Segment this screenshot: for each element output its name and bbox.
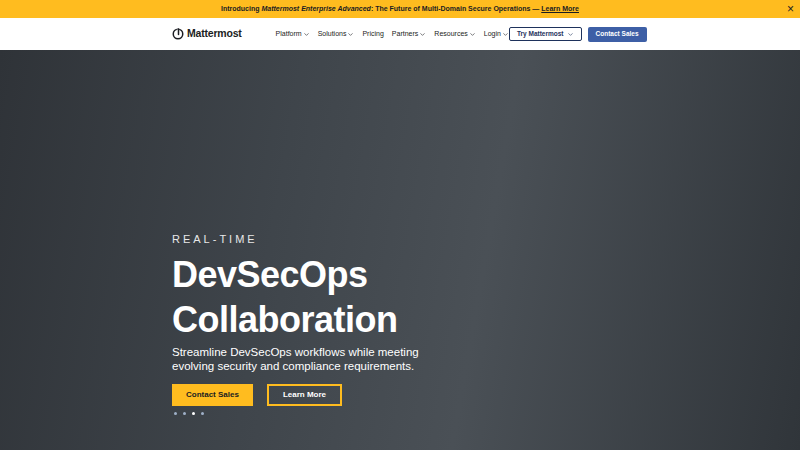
hero-contact-sales-button[interactable]: Contact Sales [172, 384, 253, 406]
nav-link[interactable]: Login [484, 29, 509, 40]
hero-subtitle: Streamline DevSecOps workflows while mee… [172, 346, 442, 373]
logo[interactable]: Mattermost [172, 26, 242, 42]
navbar: Mattermost Platform Solutions Pricing Partne… [0, 18, 800, 50]
carousel-dot[interactable] [174, 412, 177, 415]
hero-eyebrow: REAL-TIME [172, 232, 258, 246]
chevron-down-icon [303, 31, 310, 38]
mattermost-logo-icon [172, 28, 184, 40]
chevron-down-icon [347, 31, 354, 38]
chevron-down-icon [419, 31, 426, 38]
page: Introducing Mattermost Enterprise Advanc… [0, 0, 800, 450]
banner-link[interactable]: Learn More [541, 5, 579, 12]
nav-links: Platform Solutions Pricing Partners Resource… [276, 29, 509, 40]
banner-text: Introducing Mattermost Enterprise Advanc… [221, 4, 579, 15]
carousel-dot[interactable] [192, 412, 195, 415]
nav-link[interactable]: Resources [434, 29, 475, 40]
contact-sales-button[interactable]: Contact Sales [588, 27, 647, 42]
carousel-dot[interactable] [201, 412, 204, 415]
chevron-down-icon [567, 31, 574, 38]
hero-title: DevSecOpsCollaboration [172, 252, 398, 342]
carousel-dots [174, 412, 204, 415]
try-mattermost-button[interactable]: Try Mattermost [509, 27, 582, 41]
banner-close-button[interactable]: × [787, 0, 794, 18]
nav-link[interactable]: Pricing [362, 29, 383, 40]
chevron-down-icon [502, 31, 509, 38]
hero: REAL-TIME DevSecOpsCollaboration Streamlin… [0, 50, 800, 450]
chevron-down-icon [469, 31, 476, 38]
hero-content: REAL-TIME DevSecOpsCollaboration Streamlin… [172, 50, 628, 415]
nav-link[interactable]: Partners [392, 29, 426, 40]
nav-link[interactable]: Platform [276, 29, 310, 40]
hero-learn-more-button[interactable]: Learn More [267, 384, 342, 406]
nav-link[interactable]: Solutions [318, 29, 355, 40]
announcement-banner: Introducing Mattermost Enterprise Advanc… [0, 0, 800, 18]
carousel-dot[interactable] [183, 412, 186, 415]
